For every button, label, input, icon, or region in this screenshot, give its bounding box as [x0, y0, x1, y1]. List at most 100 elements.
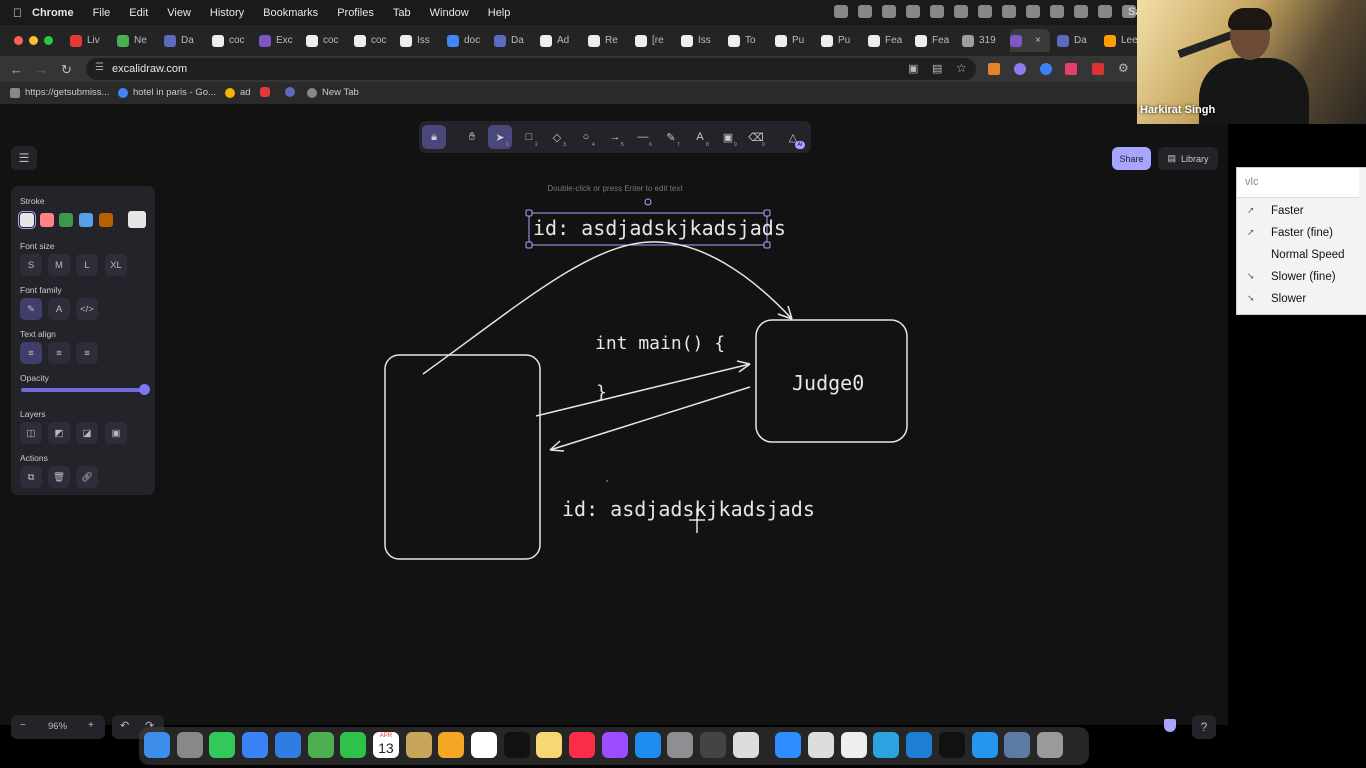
menu-tab[interactable]: Tab [393, 7, 411, 19]
browser-tab[interactable]: Iss [681, 29, 723, 52]
status-icon[interactable] [882, 5, 896, 18]
browser-tab[interactable]: coc [306, 29, 348, 52]
bookmark-item[interactable]: ad [225, 87, 251, 98]
extension-icon[interactable] [1092, 63, 1104, 75]
screenshot-icon[interactable]: ▣ [908, 62, 918, 75]
podcasts-icon[interactable] [601, 732, 628, 758]
rotation-handle[interactable] [644, 198, 652, 206]
menu-edit[interactable]: Edit [129, 7, 148, 19]
curved-arrow[interactable] [422, 241, 793, 375]
browser-tab[interactable]: Fea [915, 29, 957, 52]
code-text-line1[interactable]: int main() { [595, 333, 725, 354]
drawing-layer[interactable]: id: asdjadskjkadsjads Judge0 int main() … [0, 104, 1228, 725]
browser-tab[interactable]: doc [447, 29, 489, 52]
browser-tab[interactable]: Liv [70, 29, 112, 52]
mail-icon[interactable] [242, 732, 269, 758]
browser-tab[interactable]: Re [588, 29, 630, 52]
browser-tab[interactable]: 319 [962, 29, 1004, 52]
messages-icon[interactable] [209, 732, 236, 758]
menubar-app-name[interactable]: Chrome [32, 7, 74, 19]
browser-tab[interactable]: [re [635, 29, 677, 52]
vlc-menu-item-slower[interactable]: Slower [1271, 293, 1306, 305]
address-bar[interactable]: ☰ excalidraw.com ▣ ▤ ☆ [86, 58, 976, 80]
browser-tab[interactable]: To [728, 29, 770, 52]
settings-icon[interactable] [667, 732, 694, 758]
selection-handle[interactable] [763, 241, 771, 249]
launchpad-icon[interactable] [176, 732, 203, 758]
battery-icon[interactable] [1026, 5, 1040, 18]
bottom-id-text[interactable]: id: asdjadskjkadsjads [562, 497, 815, 521]
vlc-menu-item-normal-speed[interactable]: Normal Speed [1271, 249, 1345, 261]
textedit-icon[interactable] [840, 732, 867, 758]
browser-tab[interactable]: Exc [259, 29, 301, 52]
menu-bookmarks[interactable]: Bookmarks [263, 7, 318, 19]
docker-icon[interactable] [971, 732, 998, 758]
status-icon[interactable] [834, 5, 848, 18]
extension-icon[interactable] [1040, 63, 1052, 75]
minimize-window-icon[interactable] [29, 36, 38, 45]
vlc-menu-item-faster[interactable]: Faster [1271, 205, 1304, 217]
status-icon[interactable] [954, 5, 968, 18]
safari-icon[interactable] [274, 732, 301, 758]
facetime-icon[interactable] [340, 732, 367, 758]
browser-tab[interactable]: Pu [821, 29, 863, 52]
selection-handle[interactable] [525, 241, 533, 249]
close-tab-icon[interactable]: × [1035, 35, 1041, 46]
response-arrow[interactable] [549, 386, 751, 451]
zoom-icon[interactable] [775, 732, 802, 758]
excalidraw-canvas[interactable]: ☰ 🔒︎ ✋︎ ➤ □ ◇ ○ → — ✎ A ▣ ⌫ △ AI 1 2 3 4… [0, 104, 1228, 739]
extensions-puzzle-icon[interactable]: ⚙ [1118, 61, 1129, 75]
music-icon[interactable] [569, 732, 596, 758]
menu-view[interactable]: View [167, 7, 191, 19]
wifi-icon[interactable] [1050, 5, 1064, 18]
vlc-search-field[interactable]: vlc [1237, 168, 1359, 198]
browser-tab[interactable]: × [1010, 29, 1050, 52]
browser-tab[interactable]: coc [354, 29, 396, 52]
selection-handle[interactable] [525, 209, 533, 217]
menu-window[interactable]: Window [430, 7, 469, 19]
trash-icon[interactable] [1036, 732, 1063, 758]
terminal-icon[interactable] [938, 732, 965, 758]
control-center-icon[interactable] [1098, 5, 1112, 18]
extension-metamask-icon[interactable] [988, 63, 1000, 75]
client-box[interactable] [384, 354, 541, 560]
calendar-icon[interactable]: APR 13 [372, 732, 399, 758]
zoom-out-button[interactable]: − [20, 720, 26, 731]
appletv-icon[interactable] [503, 732, 530, 758]
back-icon[interactable]: ← [10, 62, 23, 77]
maximize-window-icon[interactable] [44, 36, 53, 45]
shield-icon[interactable] [1164, 719, 1176, 732]
judge0-label[interactable]: Judge0 [792, 371, 864, 395]
bookmark-item[interactable]: hotel in paris - Go... [118, 87, 216, 98]
extension-icon[interactable] [1014, 63, 1026, 75]
vlc-menu-item-slower-fine[interactable]: Slower (fine) [1271, 271, 1336, 283]
menu-history[interactable]: History [210, 7, 244, 19]
browser-tab[interactable]: Ne [117, 29, 159, 52]
moon-icon[interactable] [1002, 5, 1016, 18]
preview-icon[interactable] [732, 732, 759, 758]
maps-icon[interactable] [307, 732, 334, 758]
apple-icon[interactable]:  [13, 6, 22, 20]
browser-tab[interactable]: Da [1057, 29, 1099, 52]
activity-monitor-icon[interactable] [699, 732, 726, 758]
bookmark-star-icon[interactable]: ☆ [956, 61, 967, 75]
install-icon[interactable]: ▤ [932, 62, 942, 75]
bookmark-item[interactable]: https://getsubmiss... [10, 87, 109, 98]
browser-tab[interactable]: Da [164, 29, 206, 52]
notes-icon[interactable] [536, 732, 563, 758]
forward-icon[interactable]: → [35, 62, 48, 77]
browser-tab[interactable]: Da [494, 29, 536, 52]
appstore-icon[interactable] [634, 732, 661, 758]
status-icon[interactable] [858, 5, 872, 18]
status-icon[interactable] [930, 5, 944, 18]
telegram-icon[interactable] [873, 732, 900, 758]
status-icon[interactable] [906, 5, 920, 18]
browser-tab[interactable]: Fea [868, 29, 910, 52]
close-window-icon[interactable] [14, 36, 23, 45]
browser-tab[interactable]: Pu [775, 29, 817, 52]
menu-profiles[interactable]: Profiles [337, 7, 374, 19]
bookmark-item[interactable] [260, 87, 275, 97]
zoom-in-button[interactable]: + [88, 720, 94, 731]
search-icon[interactable] [1074, 5, 1088, 18]
bookmark-item[interactable] [285, 87, 300, 97]
